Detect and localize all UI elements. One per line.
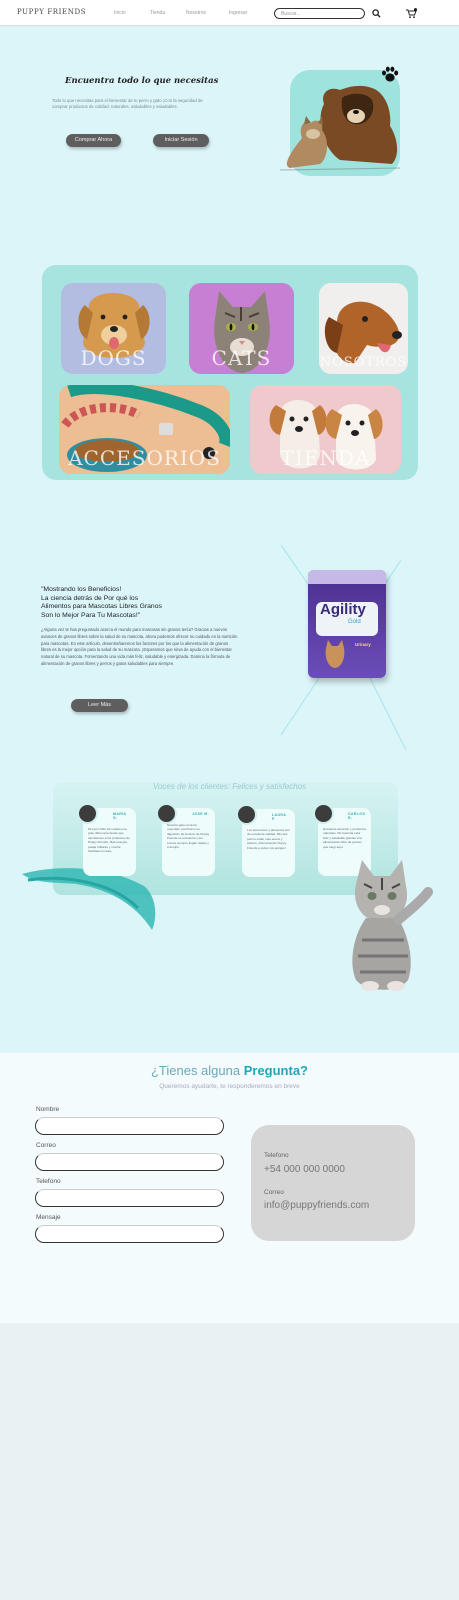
- hero-title: Encuentra todo lo que necesitas: [65, 76, 219, 86]
- testimonial-text: Mi perro Max ha notado una gran diferenc…: [88, 827, 130, 854]
- nav-inicio[interactable]: Inicio: [114, 10, 126, 16]
- info-phone-value: +54 000 000 0000: [264, 1164, 345, 1175]
- search-input[interactable]: Buscar...: [274, 8, 365, 19]
- page-footer-area: [0, 1323, 459, 1600]
- benefits-heading-line: Alimentos para Mascotas Libres Granos: [41, 603, 162, 610]
- testimonial-text: Los accesorios y alimentos son de excele…: [247, 828, 290, 850]
- email-label: Correo: [36, 1142, 56, 1149]
- testimonial-text: Nuestra gata Luna ha mejorado muchísimo …: [167, 823, 210, 850]
- phone-label: Telefono: [36, 1178, 61, 1185]
- search-icon[interactable]: [372, 9, 381, 18]
- benefits-body: ¿Alguna vez te has preguntado acerca el …: [41, 627, 238, 666]
- benefits-heading-line: Son lo Mejor Para Tu Mascotas!": [41, 611, 141, 619]
- testimonial-name: CARLOS R.: [348, 812, 366, 820]
- category-label: NOSOTROS: [319, 355, 408, 370]
- contact-title: ¿Tienes alguna Pregunta?: [0, 1063, 459, 1078]
- contact-subtitle: Queremos ayudarte, te responderemos en b…: [159, 1083, 300, 1090]
- avatar: [77, 803, 98, 824]
- testimonial-name: JOSE M.: [192, 812, 209, 816]
- product-brand: Agility: [320, 601, 366, 618]
- dog-and-cat-image: [280, 85, 401, 171]
- benefits-heading-line: "Mostrando los Beneficios!: [41, 586, 122, 593]
- category-label: DOGS: [80, 346, 147, 370]
- category-tienda[interactable]: TIENDA: [250, 385, 401, 474]
- cart-icon[interactable]: [405, 8, 417, 19]
- contact-title-highlight: Pregunta?: [243, 1063, 309, 1078]
- info-email-value[interactable]: info@puppyfriends.com: [264, 1200, 369, 1211]
- avatar: [156, 803, 177, 824]
- name-label: Nombre: [36, 1106, 60, 1113]
- message-label: Mensaje: [36, 1214, 61, 1221]
- login-button[interactable]: Iniciar Sesión: [153, 134, 209, 147]
- testimonial-text: Excelente atención y productos naturales…: [323, 827, 366, 849]
- name-field[interactable]: [35, 1117, 224, 1135]
- avatar: [313, 803, 334, 824]
- info-phone-label: Telefono: [264, 1152, 289, 1159]
- product-bag-image: Agility Gold Urinary: [308, 570, 386, 678]
- nav-nosotros[interactable]: Nosotros: [186, 10, 206, 16]
- category-label: TIENDA: [280, 446, 371, 470]
- paw-icon: [382, 66, 399, 82]
- category-label: ACCESORIOS: [68, 446, 221, 470]
- category-accesorios[interactable]: ACCESORIOS: [59, 385, 230, 474]
- testimonial-name: LAURA P.: [272, 813, 287, 821]
- product-sub: Gold: [348, 619, 361, 625]
- read-more-button[interactable]: Leer Más: [71, 699, 128, 712]
- category-dogs[interactable]: DOGS: [61, 283, 166, 374]
- info-email-label: Correo: [264, 1189, 284, 1196]
- category-cats[interactable]: CATS: [189, 283, 294, 374]
- nav-tienda[interactable]: Tienda: [150, 10, 165, 16]
- contact-info-card: [251, 1125, 415, 1241]
- buy-now-button[interactable]: Comprar Ahora: [66, 134, 121, 147]
- email-field[interactable]: [35, 1153, 224, 1171]
- benefits-heading-line: La ciencia detrás de Por qué los: [41, 594, 139, 602]
- category-label: CATS: [211, 346, 272, 370]
- testimonial-name: MARIA G.: [113, 812, 127, 820]
- nav-ingresar[interactable]: Ingresar: [229, 10, 247, 16]
- cat-on-bag-image: [325, 640, 345, 668]
- benefits-heading: "Mostrando los Beneficios! La ciencia de…: [41, 586, 211, 620]
- hero-subtitle: Todo lo que necesitas para el bienestar …: [52, 98, 203, 109]
- contact-title-plain: ¿Tienes alguna: [150, 1063, 244, 1078]
- testimonials-title: Voces de los clientes: Felices y satisfe…: [152, 782, 307, 791]
- avatar: [236, 804, 257, 825]
- phone-field[interactable]: [35, 1189, 224, 1207]
- logo[interactable]: PUPPY FRIENDS: [17, 8, 86, 16]
- kitten-image: [352, 860, 433, 991]
- category-nosotros[interactable]: NOSOTROS: [319, 283, 408, 374]
- message-field[interactable]: [35, 1225, 224, 1243]
- product-variant: Urinary: [355, 642, 371, 647]
